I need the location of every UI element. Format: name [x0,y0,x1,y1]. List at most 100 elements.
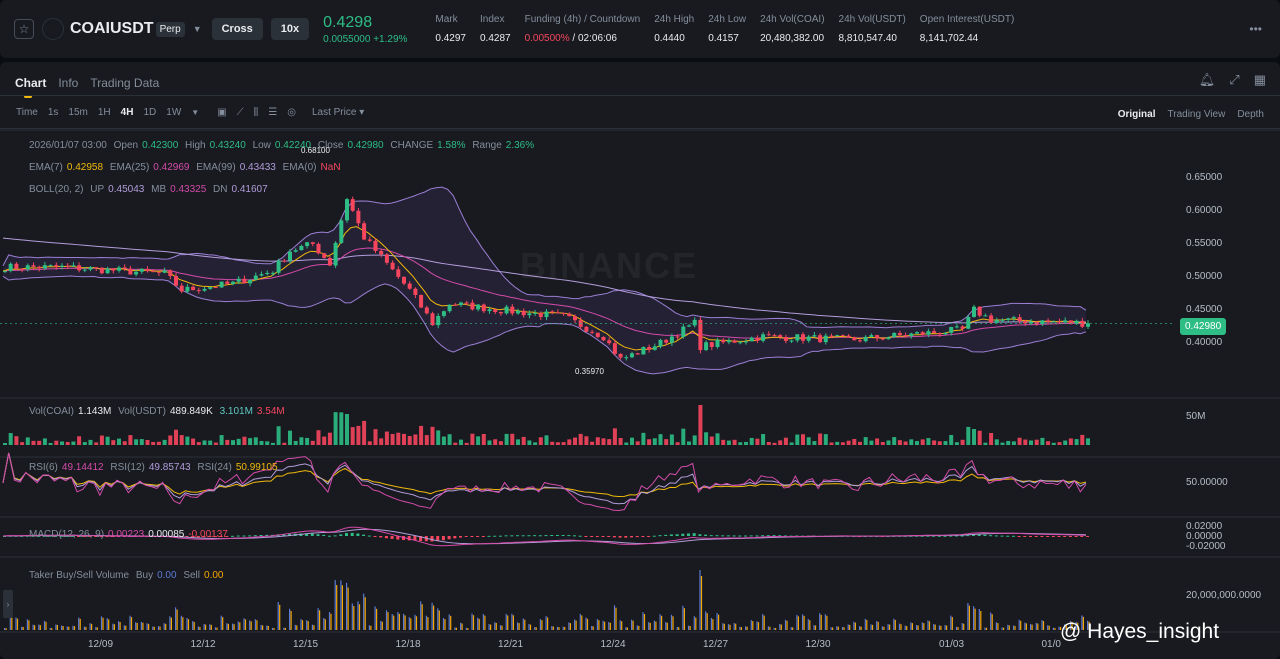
taker-sell-bar [484,615,486,630]
candle [1063,320,1068,323]
taker-sell-bar [854,622,856,630]
volume-bar [276,426,281,445]
macd-histogram-bar [390,536,394,539]
volume-bar [162,439,167,445]
rsi-legend: RSI(6) 49.14412 RSI(12) 49.85743 RSI(24) 50… [29,462,282,473]
taker-buy-bar [32,624,34,630]
taker-buy-bar [722,623,724,630]
taker-sell-bar [170,617,172,630]
taker-sell-bar [165,623,167,630]
candle [806,336,811,341]
macd-histogram-bar [732,535,736,537]
taker-sell-bar [529,624,532,630]
taker-buy-bar [294,624,296,630]
volume-bar [1068,438,1073,445]
taker-buy-bar [220,615,222,630]
taker-buy-bar [277,601,279,630]
taker-sell-bar [604,621,606,630]
taker-buy-bar [870,624,872,630]
macd-histogram-bar [470,536,474,537]
taker-sell-bar [205,624,207,630]
volume-bar [99,435,104,445]
candle [943,332,948,335]
macd-histogram-bar [310,533,314,536]
taker-sell-bar [923,623,925,630]
expand-handle[interactable]: › [3,590,13,618]
macd-histogram-bar [692,533,696,536]
taker-sell-bar [1025,623,1027,630]
volume-bar [664,439,669,445]
taker-sell-bar [968,605,970,630]
volume-bar [1074,439,1079,445]
taker-buy-bar [499,625,502,630]
macd-histogram-bar [1000,535,1004,537]
time-axis-label: 01/03 [939,639,965,650]
volume-bar [402,433,406,445]
taker-buy-bar [961,623,963,630]
taker-buy-bar [636,625,638,630]
time-axis-label: 12/15 [293,639,319,650]
legend-label: MACD(12, 26, 9) [29,529,105,540]
taker-buy-bar [425,615,427,630]
volume-bar [538,437,543,445]
taker-buy-bar [317,608,319,630]
volume-bar [88,439,93,445]
volume-bar [231,440,235,445]
taker-buy-bar [790,627,792,630]
taker-buy-bar [4,628,6,630]
volume-bar [607,439,612,445]
volume-bar [299,437,304,445]
taker-buy-bar [950,615,952,630]
taker-buy-bar [209,624,211,630]
taker-buy-bar [568,622,570,630]
volume-bar [82,442,87,445]
taker-sell-bar [586,618,589,630]
macd-histogram-bar [641,536,645,537]
taker-buy-bar [260,624,262,630]
volume-bar [778,440,783,445]
taker-sell-bar [433,605,435,630]
legend-datetime: 2026/01/07 03:00 [29,140,107,151]
volume-bar [704,432,709,445]
taker-sell-bar [239,622,241,630]
taker-buy-bar [904,625,906,630]
taker-buy-bar [283,627,285,630]
taker-sell-bar [501,625,503,630]
legend-label: Range [472,140,502,151]
candle [624,357,629,359]
candle [721,339,726,343]
macd-histogram-bar [1046,536,1050,537]
candle [25,265,30,270]
volume-bar [487,440,492,445]
volume-bar [362,420,367,445]
volume-bar [840,442,845,445]
taker-buy-bar [448,614,450,630]
candle [823,335,828,343]
taker-buy-bar [944,624,946,630]
taker-sell-bar [336,584,338,630]
volume-bar [14,436,19,445]
macd-histogram-bar [578,535,582,537]
macd-histogram-bar [345,533,348,536]
taker-sell-bar [347,587,349,630]
volume-bar [185,436,190,445]
taker-buy-bar [323,618,325,630]
taker-buy-bar [613,605,616,630]
macd-dea: 0.00085 [148,529,185,540]
volume-bar [886,440,891,445]
candle [926,331,931,335]
taker-buy-bar [898,623,901,630]
taker-buy-bar [693,616,695,630]
macd-histogram-bar [681,533,685,536]
price-chart[interactable] [0,0,1280,659]
volume-bar [983,442,988,445]
legend-label: High [185,140,206,151]
volume-bar [373,429,378,445]
volume-bar [521,436,526,445]
taker-sell-bar [130,617,133,630]
taker-sell-bar [39,625,41,630]
taker-sell-bar [370,625,372,630]
candle [384,254,389,263]
macd-histogram-bar [259,534,263,536]
taker-buy-bar [368,625,370,630]
